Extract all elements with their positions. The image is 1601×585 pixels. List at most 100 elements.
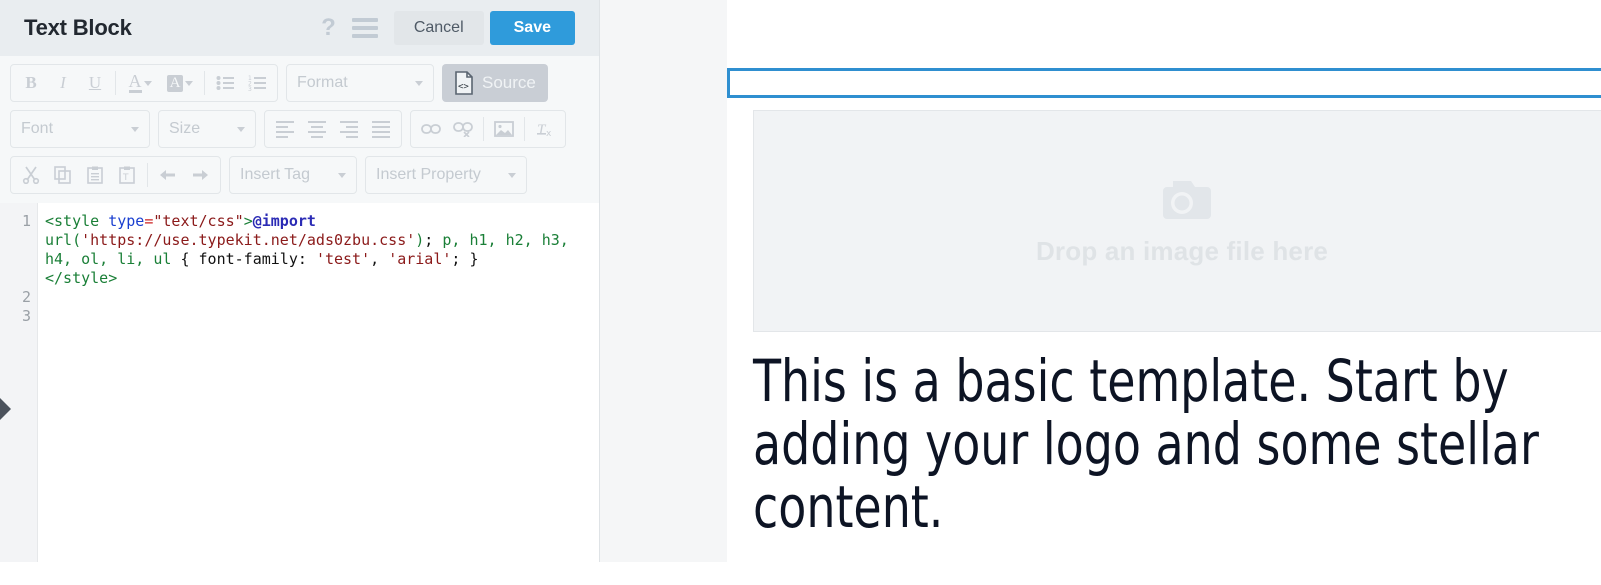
link-button[interactable] [415,114,447,144]
code-token: url( [45,231,82,249]
source-code-icon: <> [454,71,474,95]
remove-format-button[interactable]: T x [529,114,561,144]
code-token: type [108,212,145,230]
align-center-button[interactable] [301,114,333,144]
source-button[interactable]: <> Source [442,64,548,102]
align-right-icon [340,120,358,138]
line-number: 1 [21,212,31,230]
code-token: </style> [45,269,118,287]
line-number: 3 [21,307,31,325]
chevron-down-icon [415,80,423,86]
code-token: ; [424,231,443,249]
svg-text:3: 3 [248,86,252,91]
text-style-group: B I U A A 1 2 3 [10,64,278,102]
cut-button[interactable] [15,160,47,190]
insert-property-dropdown[interactable]: Insert Property [365,156,527,194]
svg-text:T: T [122,173,129,183]
underline-button[interactable]: U [79,68,111,98]
format-dropdown[interactable]: Format [286,64,434,102]
chevron-down-icon [185,80,194,86]
align-left-button[interactable] [269,114,301,144]
link-icon [421,124,441,134]
page-title: Text Block [24,15,132,40]
chevron-down-icon [237,126,245,132]
save-button[interactable]: Save [489,11,575,45]
bulleted-list-icon [216,76,234,90]
divider [524,117,525,141]
undo-button[interactable] [152,160,184,190]
align-center-icon [308,120,326,138]
text-block-editor-panel: Text Block ? Cancel Save B I U A A 1 2 3… [0,0,600,562]
menu-icon[interactable] [351,18,378,38]
code-token: @import [252,212,316,230]
camera-icon [1151,175,1213,230]
bold-button[interactable]: B [15,68,47,98]
divider [483,117,484,141]
size-dropdown[interactable]: Size [158,110,256,148]
copy-button[interactable] [47,160,79,190]
app-root: Text Block ? Cancel Save B I U A A 1 2 3… [0,0,1601,585]
code-text[interactable]: <style type="text/css">@import url('http… [38,203,599,562]
insert-group: T x [410,110,566,148]
paste-as-text-icon: T [119,166,135,184]
svg-text:<>: <> [458,82,469,92]
image-drop-zone[interactable]: Drop an image file here [753,110,1601,332]
align-justify-button[interactable] [365,114,397,144]
insert-tag-dropdown[interactable]: Insert Tag [229,156,357,194]
code-token: <style [45,212,100,230]
paste-button[interactable] [79,160,111,190]
undo-icon [160,170,175,180]
align-right-button[interactable] [333,114,365,144]
code-token: , [370,250,389,268]
preview-heading-text[interactable]: This is a basic template. Start by addin… [753,350,1601,539]
font-dropdown-label: Font [21,120,54,137]
selected-text-block[interactable] [727,68,1601,98]
insert-image-button[interactable] [488,114,520,144]
cancel-button[interactable]: Cancel [393,11,484,45]
help-icon[interactable]: ? [321,16,336,40]
chevron-down-icon [143,80,152,86]
image-drop-label: Drop an image file here [1035,236,1329,266]
text-color-button[interactable]: A [120,68,160,98]
divider [115,71,116,95]
size-dropdown-label: Size [169,120,201,137]
insert-property-label: Insert Property [376,166,481,183]
code-token: { [171,250,199,268]
collapse-panel-arrow-icon[interactable] [0,398,11,420]
font-dropdown[interactable]: Font [10,110,150,148]
background-color-button[interactable]: A [160,68,200,98]
bulleted-list-button[interactable] [209,68,241,98]
numbered-list-icon: 1 2 3 [248,75,266,91]
unlink-button[interactable] [447,114,479,144]
italic-button[interactable]: I [47,68,79,98]
divider [204,71,205,95]
line-number-gutter: 1 23 [0,203,38,562]
paste-as-text-button[interactable]: T [111,160,143,190]
editor-toolbars: B I U A A 1 2 3 Format <> Source Font Si… [0,56,599,204]
code-token: > [243,212,253,230]
align-justify-icon [372,120,390,138]
code-token: 'arial' [388,250,452,268]
code-token: ) [415,231,425,249]
preview-area: Drop an image file here This is a basic … [600,0,1601,562]
background-color-icon: A [166,74,184,92]
image-icon [494,121,514,137]
alignment-group [264,110,402,148]
code-token: : [297,250,316,268]
bottom-strip [0,562,1601,585]
paste-icon [87,166,103,184]
chevron-down-icon [131,126,139,132]
clipboard-group: T [10,156,221,194]
cut-icon [22,166,40,184]
code-token: 'test' [315,250,371,268]
remove-format-icon: T x [537,122,552,138]
numbered-list-button[interactable]: 1 2 3 [241,68,273,98]
unlink-icon [453,122,473,137]
toolbar-row-formatting: B I U A A 1 2 3 Format <> Source [10,63,599,103]
editor-header: Text Block ? Cancel Save [0,0,599,56]
redo-button[interactable] [184,160,216,190]
source-code-editor[interactable]: 1 23 <style type="text/css">@import url('… [0,203,599,562]
format-dropdown-label: Format [297,74,348,91]
chevron-down-icon [508,172,516,178]
